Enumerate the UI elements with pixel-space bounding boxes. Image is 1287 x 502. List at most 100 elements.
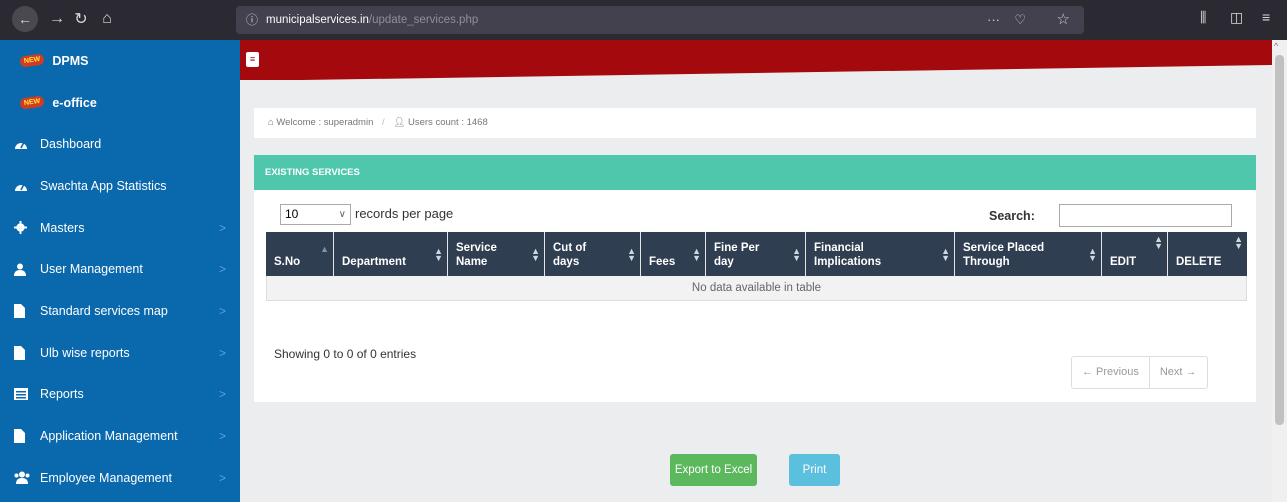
reload-icon[interactable]: ↻ bbox=[70, 8, 92, 30]
column-header-service-placed-through[interactable]: Service Placed Through ▲ ▼ bbox=[955, 232, 1102, 276]
sort-icon: ▲ ▼ bbox=[692, 246, 701, 263]
column-header-fine-per-day[interactable]: Fine Per day ▲ ▼ bbox=[706, 232, 806, 276]
search-label: Search: bbox=[989, 209, 1035, 223]
sidebar-item-masters[interactable]: Masters > bbox=[0, 207, 240, 249]
chevron-right-icon: > bbox=[219, 303, 227, 318]
more-icon[interactable]: ··· bbox=[987, 6, 1000, 34]
sort-icon: ▲ ▼ bbox=[627, 246, 636, 263]
hamburger-menu-icon[interactable]: ≡ bbox=[1262, 9, 1270, 25]
file-icon bbox=[14, 429, 36, 444]
column-header-edit[interactable]: EDIT ▲ ▼ bbox=[1102, 232, 1168, 276]
previous-button[interactable]: ← Previous bbox=[1072, 357, 1149, 388]
sidebar-item-standard-services-map[interactable]: Standard services map > bbox=[0, 290, 240, 332]
sidebar-icon[interactable]: ◫ bbox=[1230, 9, 1243, 26]
user-icon bbox=[14, 263, 36, 276]
forward-arrow-icon[interactable]: → bbox=[46, 8, 68, 30]
back-arrow-icon[interactable]: ← bbox=[12, 6, 38, 32]
new-badge-icon: NEW bbox=[19, 95, 45, 110]
sidebar-item-label: DPMS bbox=[52, 53, 89, 68]
sidebar-item-ulb-wise-reports[interactable]: Ulb wise reports > bbox=[0, 332, 240, 374]
sidebar-item-label: Ulb wise reports bbox=[40, 345, 130, 360]
tachometer-icon bbox=[14, 138, 36, 150]
sidebar: NEW DPMS NEW e-office Dashboard Swachta … bbox=[0, 40, 240, 502]
table-info: Showing 0 to 0 of 0 entries bbox=[274, 347, 417, 361]
chevron-right-icon: > bbox=[219, 470, 227, 485]
sidebar-item-label: e-office bbox=[52, 95, 97, 110]
column-header-sno[interactable]: S.No ▲ bbox=[266, 232, 334, 276]
column-label: Financial Implications bbox=[814, 242, 882, 268]
column-label: Fees bbox=[649, 256, 676, 268]
sidebar-item-label: Swachta App Statistics bbox=[40, 178, 167, 193]
sort-icon: ▲ ▼ bbox=[434, 246, 443, 263]
table-icon bbox=[14, 388, 36, 401]
column-header-service-name[interactable]: Service Name ▲ ▼ bbox=[448, 232, 545, 276]
page-length-value: 10 bbox=[285, 207, 299, 221]
next-button[interactable]: Next → bbox=[1148, 357, 1207, 388]
sidebar-item-swachta-app-statistics[interactable]: Swachta App Statistics bbox=[0, 165, 240, 207]
table-header: S.No ▲ Department ▲ ▼ Service Name ▲ ▼ Cut… bbox=[266, 232, 1247, 276]
chevron-down-icon: ∨ bbox=[338, 209, 346, 220]
browser-toolbar: ← → ↻ ⌂ ⓘ municipalservices.in/update_se… bbox=[0, 0, 1287, 40]
breadcrumb-separator: / bbox=[382, 117, 385, 128]
column-label: EDIT bbox=[1110, 256, 1137, 268]
column-label: Department bbox=[342, 256, 406, 268]
users-count-text: Users count : 1468 bbox=[408, 117, 488, 128]
chevron-right-icon: > bbox=[219, 429, 227, 444]
chevron-right-icon: > bbox=[219, 345, 227, 360]
library-icon[interactable]: ⫼ bbox=[1200, 9, 1206, 26]
page-length-label: records per page bbox=[355, 206, 454, 221]
sort-icon: ▲ ▼ bbox=[1154, 234, 1163, 251]
menu-toggle-icon[interactable]: ≡ bbox=[246, 52, 259, 67]
print-button[interactable]: Print bbox=[789, 454, 840, 486]
sort-icon: ▲ ▼ bbox=[1088, 246, 1097, 263]
sidebar-item-label: User Management bbox=[40, 262, 143, 277]
sidebar-item-dpms[interactable]: NEW DPMS bbox=[0, 40, 240, 82]
sidebar-item-label: Standard services map bbox=[40, 303, 168, 318]
sort-icon: ▲ ▼ bbox=[941, 246, 950, 263]
column-label: Service Placed Through bbox=[963, 242, 1045, 268]
column-header-fees[interactable]: Fees ▲ ▼ bbox=[641, 232, 706, 276]
sidebar-item-user-management[interactable]: User Management > bbox=[0, 248, 240, 290]
column-header-department[interactable]: Department ▲ ▼ bbox=[334, 232, 448, 276]
scrollbar-thumb[interactable] bbox=[1275, 55, 1284, 425]
column-header-cut-of-days[interactable]: Cut of days ▲ ▼ bbox=[545, 232, 641, 276]
welcome-text: Welcome : superadmin bbox=[276, 117, 374, 128]
user-icon: 👤︎ bbox=[393, 117, 406, 128]
sidebar-item-application-management[interactable]: Application Management > bbox=[0, 415, 240, 457]
chevron-right-icon: > bbox=[219, 262, 227, 277]
search-input[interactable] bbox=[1059, 204, 1232, 227]
table-empty-row: No data available in table bbox=[266, 276, 1247, 301]
home-icon[interactable]: ⌂ bbox=[96, 8, 118, 30]
file-icon bbox=[14, 345, 36, 360]
column-label: Fine Per day bbox=[714, 242, 760, 268]
sidebar-item-dashboard[interactable]: Dashboard bbox=[0, 123, 240, 165]
sidebar-item-e-office[interactable]: NEW e-office bbox=[0, 82, 240, 124]
home-icon: ⌂ bbox=[268, 117, 274, 128]
new-badge-icon: NEW bbox=[19, 53, 45, 68]
sidebar-item-label: Dashboard bbox=[40, 137, 102, 152]
sidebar-item-label: Reports bbox=[40, 387, 84, 402]
export-to-excel-button[interactable]: Export to Excel bbox=[670, 454, 757, 486]
chevron-right-icon: > bbox=[219, 387, 227, 402]
sidebar-item-reports[interactable]: Reports > bbox=[0, 374, 240, 416]
column-header-delete[interactable]: DELETE ▲ ▼ bbox=[1168, 232, 1247, 276]
sort-icon: ▲ ▼ bbox=[1234, 234, 1243, 251]
pocket-icon[interactable]: ♡ bbox=[1014, 6, 1026, 34]
url-text: municipalservices.in/update_services.php bbox=[266, 14, 479, 26]
sidebar-item-employee-management[interactable]: Employee Management > bbox=[0, 457, 240, 499]
users-icon bbox=[14, 471, 36, 485]
tachometer-icon bbox=[14, 180, 36, 192]
gear-icon bbox=[14, 221, 36, 235]
sidebar-item-label: Employee Management bbox=[40, 470, 173, 485]
address-bar[interactable]: ⓘ municipalservices.in/update_services.p… bbox=[236, 6, 1084, 34]
bookmark-star-icon[interactable]: ☆ bbox=[1057, 6, 1070, 34]
scroll-up-icon[interactable]: ^ bbox=[1274, 41, 1278, 51]
chevron-right-icon: > bbox=[219, 220, 227, 235]
main-content: ≡ ⌂ Welcome : superadmin / 👤︎ Users coun… bbox=[240, 40, 1272, 502]
pagination: ← Previous Next → bbox=[1071, 356, 1208, 389]
column-label: DELETE bbox=[1176, 256, 1222, 268]
info-icon[interactable]: ⓘ bbox=[246, 6, 258, 34]
column-header-financial-implications[interactable]: Financial Implications ▲ ▼ bbox=[806, 232, 955, 276]
sidebar-item-label: Masters bbox=[40, 220, 85, 235]
page-length-select[interactable]: 10 ∨ bbox=[280, 204, 351, 225]
